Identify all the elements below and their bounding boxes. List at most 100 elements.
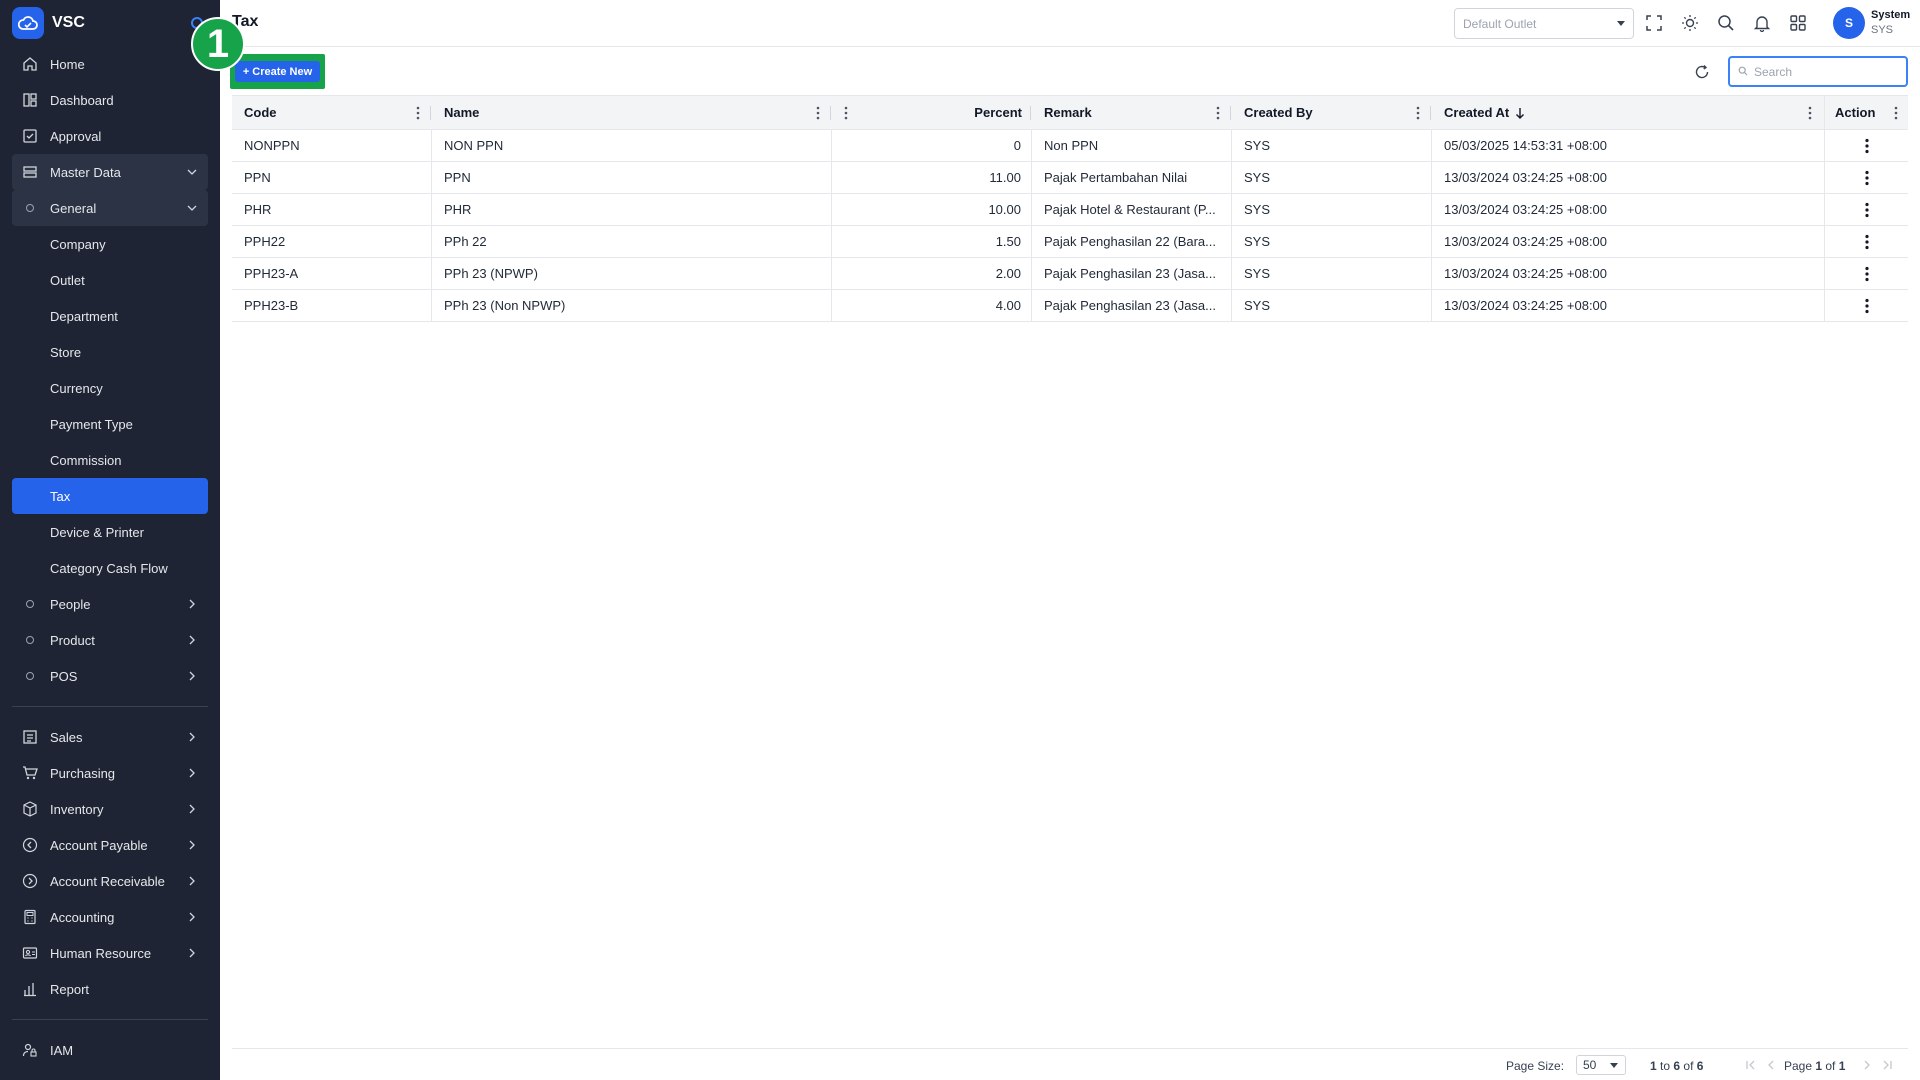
table-row[interactable]: PHR PHR 10.00 Pajak Hotel & Restaurant (… — [232, 194, 1908, 226]
sidebar-item-label: Store — [50, 344, 82, 360]
column-menu-icon[interactable] — [812, 106, 824, 120]
column-header-created-at[interactable]: Created At — [1432, 96, 1824, 129]
sidebar-item-iam[interactable]: IAM — [12, 1032, 208, 1068]
row-action[interactable] — [1824, 194, 1908, 225]
column-menu-icon[interactable] — [1890, 106, 1902, 120]
column-header-percent[interactable]: Percent — [832, 96, 1032, 129]
theme-icon[interactable] — [1679, 12, 1701, 34]
row-action[interactable] — [1824, 130, 1908, 161]
column-divider[interactable] — [1030, 106, 1031, 120]
caret-down-icon — [1617, 21, 1625, 26]
column-header-action[interactable]: Action — [1824, 96, 1908, 129]
sidebar-item-commission[interactable]: Commission — [12, 442, 208, 478]
sidebar-item-pos[interactable]: POS — [12, 658, 208, 694]
sidebar-item-report[interactable]: Report — [12, 971, 208, 1007]
sidebar-item-currency[interactable]: Currency — [12, 370, 208, 406]
more-vertical-icon[interactable] — [1860, 233, 1874, 251]
table-row[interactable]: PPN PPN 11.00 Pajak Pertambahan Nilai SY… — [232, 162, 1908, 194]
sidebar-item-label: Purchasing — [50, 765, 116, 781]
sidebar-item-payment-type[interactable]: Payment Type — [12, 406, 208, 442]
column-menu-icon[interactable] — [1212, 106, 1224, 120]
column-divider[interactable] — [1230, 106, 1231, 120]
sidebar-item-people[interactable]: People — [12, 586, 208, 622]
column-menu-icon[interactable] — [1412, 106, 1424, 120]
sidebar-item-label: Payment Type — [50, 416, 133, 432]
table-row[interactable]: PPH22 PPh 22 1.50 Pajak Penghasilan 22 (… — [232, 226, 1908, 258]
more-vertical-icon[interactable] — [1860, 169, 1874, 187]
sidebar-item-company[interactable]: Company — [12, 226, 208, 262]
sidebar-item-label: Inventory — [50, 801, 104, 817]
last-page-icon[interactable] — [1880, 1058, 1894, 1072]
column-menu-icon[interactable] — [1804, 106, 1816, 120]
page-size-select[interactable]: 50 — [1576, 1055, 1626, 1075]
sidebar-item-purchasing[interactable]: Purchasing — [12, 755, 208, 791]
column-menu-icon[interactable] — [412, 106, 424, 120]
column-header-created-by[interactable]: Created By — [1232, 96, 1432, 129]
column-header-remark[interactable]: Remark — [1032, 96, 1232, 129]
table-row[interactable]: PPH23-B PPh 23 (Non NPWP) 4.00 Pajak Pen… — [232, 290, 1908, 322]
sidebar-item-label: Category Cash Flow — [50, 560, 168, 576]
column-header-name[interactable]: Name — [432, 96, 832, 129]
chevron-right-icon — [184, 668, 200, 684]
column-divider[interactable] — [1430, 106, 1431, 120]
avatar[interactable]: S — [1833, 7, 1865, 39]
row-range: 1 to 6 of 6 — [1650, 1059, 1704, 1073]
sidebar-item-sales[interactable]: Sales — [12, 719, 208, 755]
sidebar-item-inventory[interactable]: Inventory — [12, 791, 208, 827]
sidebar-item-master-data[interactable]: Master Data — [12, 154, 208, 190]
fullscreen-icon[interactable] — [1643, 12, 1665, 34]
search-icon[interactable] — [1715, 12, 1737, 34]
first-page-icon[interactable] — [1744, 1058, 1758, 1072]
sidebar-item-human-resource[interactable]: Human Resource — [12, 935, 208, 971]
outlet-select[interactable]: Default Outlet — [1454, 8, 1634, 39]
sidebar-item-home[interactable]: Home — [12, 46, 208, 82]
sidebar-item-accounting[interactable]: Accounting — [12, 899, 208, 935]
next-page-icon[interactable] — [1860, 1058, 1874, 1072]
prev-page-icon[interactable] — [1764, 1058, 1778, 1072]
column-menu-icon[interactable] — [840, 106, 852, 120]
sidebar-item-label: Account Receivable — [50, 873, 165, 889]
more-vertical-icon[interactable] — [1860, 297, 1874, 315]
sidebar-item-account-receivable[interactable]: Account Receivable — [12, 863, 208, 899]
column-header-code[interactable]: Code — [232, 96, 432, 129]
sidebar-item-device-printer[interactable]: Device & Printer — [12, 514, 208, 550]
sidebar-item-tax[interactable]: Tax — [12, 478, 208, 514]
refresh-icon[interactable] — [1691, 61, 1713, 83]
row-action[interactable] — [1824, 162, 1908, 193]
row-action[interactable] — [1824, 226, 1908, 257]
caret-down-icon — [1610, 1063, 1618, 1068]
row-action[interactable] — [1824, 290, 1908, 321]
arrow-left-circle-icon — [20, 835, 40, 855]
sidebar-item-product[interactable]: Product — [12, 622, 208, 658]
more-vertical-icon[interactable] — [1860, 201, 1874, 219]
sidebar-item-general[interactable]: General — [12, 190, 208, 226]
more-vertical-icon[interactable] — [1860, 265, 1874, 283]
create-new-button[interactable]: + Create New — [235, 61, 320, 82]
sidebar-item-dashboard[interactable]: Dashboard — [12, 82, 208, 118]
more-vertical-icon[interactable] — [1860, 137, 1874, 155]
bell-icon[interactable] — [1751, 12, 1773, 34]
row-action[interactable] — [1824, 258, 1908, 289]
cell-created-by: SYS — [1232, 130, 1432, 161]
brand-name: VSC — [52, 14, 85, 31]
cell-created-at: 13/03/2024 03:24:25 +08:00 — [1444, 234, 1608, 249]
search-input[interactable] — [1754, 64, 1894, 79]
sidebar-item-outlet[interactable]: Outlet — [12, 262, 208, 298]
cell-created-at: 13/03/2024 03:24:25 +08:00 — [1444, 266, 1608, 281]
cell-name: NON PPN — [432, 130, 832, 161]
cell-created-by: SYS — [1232, 162, 1432, 193]
table-row[interactable]: NONPPN NON PPN 0 Non PPN SYS 05/03/2025 … — [232, 130, 1908, 162]
column-divider[interactable] — [830, 106, 831, 120]
search-field[interactable] — [1728, 56, 1908, 87]
sidebar-item-approval[interactable]: Approval — [12, 118, 208, 154]
cell-created-by: SYS — [1232, 226, 1432, 257]
sidebar-item-store[interactable]: Store — [12, 334, 208, 370]
table-row[interactable]: PPH23-A PPh 23 (NPWP) 2.00 Pajak Penghas… — [232, 258, 1908, 290]
apps-icon[interactable] — [1787, 12, 1809, 34]
brand[interactable]: VSC — [0, 0, 220, 46]
sidebar-item-department[interactable]: Department — [12, 298, 208, 334]
sidebar-item-category-cash-flow[interactable]: Category Cash Flow — [12, 550, 208, 586]
sidebar-item-account-payable[interactable]: Account Payable — [12, 827, 208, 863]
column-divider[interactable] — [430, 106, 431, 120]
sidebar-item-label: Department — [50, 308, 118, 324]
